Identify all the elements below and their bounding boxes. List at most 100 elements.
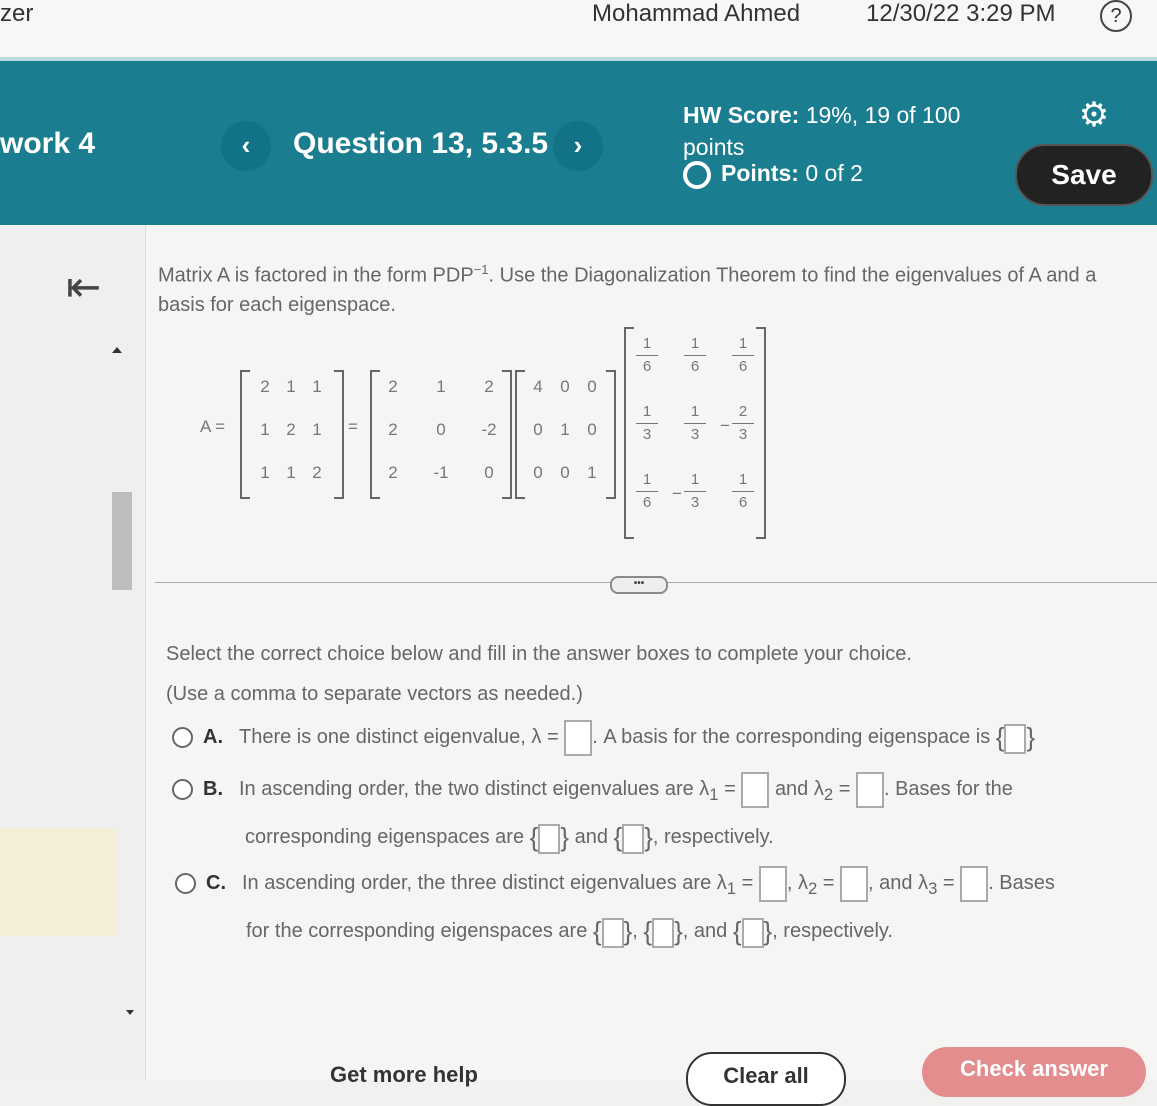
- matrix-fraction: 16: [632, 333, 662, 378]
- check-answer-button[interactable]: Check answer: [922, 1047, 1146, 1097]
- fraction-denominator: 3: [738, 426, 748, 443]
- choice-a-letter: A.: [203, 726, 223, 748]
- hw-score-label: HW Score:: [683, 102, 800, 128]
- choice-a[interactable]: A. There is one distinct eigenvalue, λ = …: [172, 716, 1152, 759]
- fraction-denominator: 3: [642, 426, 652, 443]
- instructions: Select the correct choice below and fill…: [166, 634, 912, 714]
- matrix-cell: 0: [587, 420, 597, 439]
- user-name: Mohammad Ahmed: [592, 0, 801, 27]
- matrix-cell: 1: [286, 377, 296, 396]
- choice-b-radio[interactable]: [172, 779, 193, 801]
- matrix-cell: 2: [484, 377, 494, 396]
- matrix-cell: 2: [388, 377, 398, 396]
- choice-b-lambda1-input[interactable]: [741, 771, 770, 808]
- choice-c-lambda1-input[interactable]: [758, 865, 787, 902]
- choice-c-text-3: , and λ: [868, 872, 929, 894]
- choice-a-eigenvalue-input[interactable]: [564, 719, 593, 756]
- app-name: zer: [0, 0, 34, 27]
- settings-gear-icon[interactable]: ⚙: [1076, 97, 1112, 133]
- matrix-cell: 2: [388, 463, 398, 482]
- equals-sign: =: [718, 778, 736, 800]
- points-status: Points: 0 of 2: [683, 160, 863, 189]
- fraction-numerator: 2: [738, 403, 748, 420]
- matrix-cell: -1: [433, 463, 449, 482]
- choice-c[interactable]: C. In ascending order, the three distinct…: [175, 862, 1155, 953]
- choice-b-line-2: corresponding eigenspaces are {} and {},…: [172, 816, 1152, 859]
- choice-c-lambda3-input[interactable]: [960, 865, 989, 902]
- points-value: 0 of 2: [805, 160, 863, 186]
- matrix-d-right-bracket: [606, 370, 616, 499]
- fraction-numerator: 1: [738, 335, 748, 352]
- get-more-help-link[interactable]: Get more help: [330, 1062, 478, 1088]
- choice-c-basis3-input[interactable]: [741, 918, 764, 949]
- clear-all-button[interactable]: Clear all: [686, 1052, 846, 1106]
- matrix-fraction: 13: [680, 469, 710, 514]
- previous-question-button[interactable]: ‹: [221, 121, 271, 171]
- choice-b-letter: B.: [203, 778, 223, 800]
- matrix-fraction: 16: [632, 469, 662, 514]
- matrix-p-left-bracket: [370, 370, 380, 499]
- sidebar-scrollbar[interactable]: [112, 492, 132, 590]
- matrix-cell: 0: [560, 377, 570, 396]
- choice-c-lambda2-input[interactable]: [840, 865, 869, 902]
- choice-a-text: There is one distinct eigenvalue, λ =: [239, 726, 559, 748]
- choice-b-basis1-input[interactable]: [538, 824, 561, 855]
- points-label: Points:: [721, 160, 799, 186]
- fraction-numerator: 1: [690, 335, 700, 352]
- matrix-cell: -2: [481, 420, 497, 439]
- matrix-cell: 2: [388, 420, 398, 439]
- scroll-up-arrow-icon[interactable]: [112, 347, 122, 353]
- matrix-fraction: 16: [680, 333, 710, 378]
- next-question-button[interactable]: ›: [553, 121, 603, 171]
- choice-c-radio[interactable]: [175, 873, 196, 895]
- choice-a-basis-input[interactable]: [1004, 724, 1027, 755]
- choice-c-text-5: for the corresponding eigenspaces are: [246, 920, 588, 942]
- matrix-cell: 4: [533, 377, 543, 396]
- lambda-1-subscript: 1: [726, 879, 737, 898]
- choice-b-text-4: corresponding eigenspaces are: [245, 826, 525, 848]
- choice-b-basis2-input[interactable]: [622, 824, 645, 855]
- left-sidebar: [0, 225, 146, 1080]
- top-bar: zer Mohammad Ahmed 12/30/22 3:29 PM ?: [0, 0, 1157, 57]
- choice-c-basis3-set: {}: [733, 910, 772, 953]
- matrix-fraction: 16: [728, 333, 758, 378]
- expand-more-button[interactable]: •••: [610, 576, 668, 594]
- choice-c-text-2: , λ: [786, 872, 808, 894]
- equals-sign: =: [937, 872, 955, 894]
- fraction-denominator: 3: [690, 426, 700, 443]
- matrix-cell: 0: [533, 463, 543, 482]
- fraction-numerator: 1: [642, 471, 652, 488]
- save-button[interactable]: Save: [1015, 144, 1153, 206]
- matrix-cell: 0: [587, 377, 597, 396]
- choice-b-lambda2-input[interactable]: [855, 771, 884, 808]
- fraction-denominator: 3: [690, 494, 700, 511]
- equals-sign: =: [817, 872, 835, 894]
- choice-c-basis1-input[interactable]: [601, 918, 624, 949]
- choice-b-text-5: and: [574, 826, 608, 848]
- matrix-d-left-bracket: [515, 370, 525, 499]
- collapse-panel-icon[interactable]: ⇤: [66, 262, 101, 311]
- choice-b[interactable]: B. In ascending order, the two distinct e…: [172, 768, 1152, 859]
- choice-b-text: In ascending order, the two distinct eig…: [239, 778, 710, 800]
- lambda-1-subscript: 1: [709, 785, 719, 804]
- matrix-cell: 0: [436, 420, 446, 439]
- matrix-cell: 2: [312, 463, 322, 482]
- fraction-denominator: 6: [642, 358, 652, 375]
- fraction-denominator: 6: [738, 358, 748, 375]
- question-header: work 4 ‹ Question 13, 5.3.5 › HW Score: …: [0, 57, 1157, 229]
- lambda-3-subscript: 3: [928, 879, 938, 898]
- help-icon[interactable]: ?: [1100, 0, 1132, 32]
- matrix-cell: 1: [286, 463, 296, 482]
- choice-b-basis1-set: {}: [530, 816, 569, 859]
- scroll-down-arrow-icon[interactable]: [126, 1010, 134, 1015]
- a-label: A =: [200, 417, 226, 436]
- choice-c-basis2-input[interactable]: [652, 918, 675, 949]
- choice-a-radio[interactable]: [172, 727, 193, 749]
- hw-score: HW Score: 19%, 19 of 100 points: [683, 99, 983, 163]
- fraction-numerator: 1: [690, 403, 700, 420]
- homework-title: work 4: [0, 127, 96, 160]
- matrix-cell: 2: [286, 420, 296, 439]
- choice-c-text: In ascending order, the three distinct e…: [242, 872, 727, 894]
- prompt-exponent: −1: [473, 262, 489, 277]
- lambda-2-subscript: 2: [823, 785, 834, 804]
